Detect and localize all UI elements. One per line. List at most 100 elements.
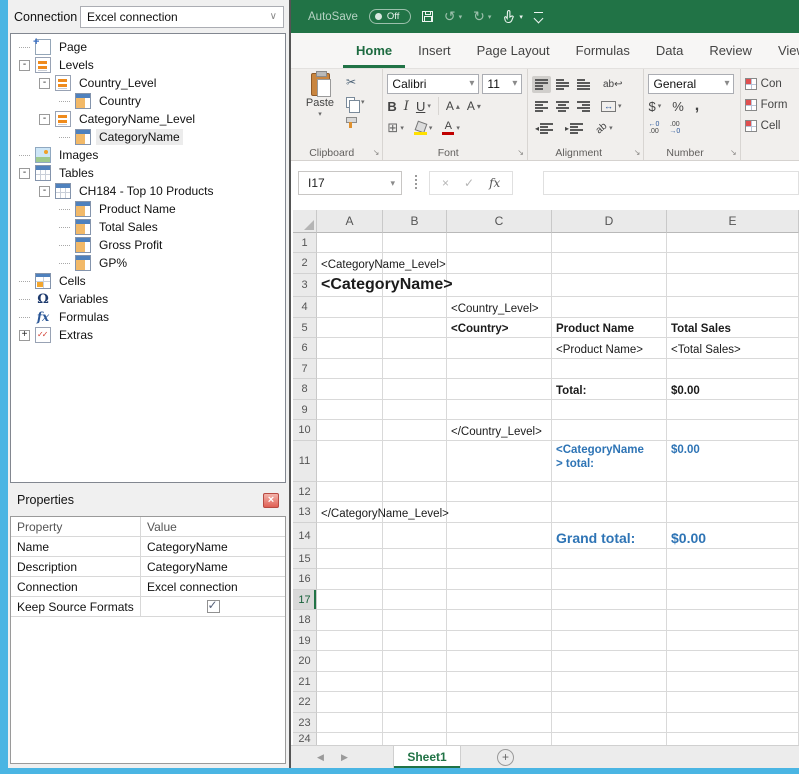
cell-B4[interactable] <box>383 297 447 318</box>
cell-B11[interactable] <box>383 441 447 482</box>
cell-A11[interactable] <box>317 441 383 482</box>
tree-item-tables[interactable]: -Tables <box>11 164 285 182</box>
number-format-select[interactable]: General▾ <box>648 74 734 94</box>
cell-styles-button[interactable]: Cell <box>745 115 795 136</box>
cell-E3[interactable] <box>667 274 799 297</box>
cancel-icon[interactable]: × <box>442 176 449 190</box>
row-header-5[interactable]: 5 <box>293 318 317 338</box>
conditional-formatting-button[interactable]: Con <box>745 73 795 94</box>
cell-B20[interactable] <box>383 651 447 672</box>
row-header-16[interactable]: 16 <box>293 569 317 590</box>
formula-input[interactable] <box>543 171 799 195</box>
cell-A7[interactable] <box>317 359 383 379</box>
cell-D13[interactable] <box>552 502 667 523</box>
tab-insert[interactable]: Insert <box>405 33 464 68</box>
cell-C21[interactable] <box>447 672 552 692</box>
grow-font-button[interactable]: A▴ <box>446 101 460 111</box>
row-header-8[interactable]: 8 <box>293 379 317 400</box>
cell-D18[interactable] <box>552 610 667 631</box>
collapse-icon[interactable]: - <box>39 114 50 125</box>
format-painter-button[interactable] <box>346 114 365 130</box>
cell-A13[interactable]: </CategoryName_Level> <box>317 502 383 523</box>
cell-A20[interactable] <box>317 651 383 672</box>
font-color-button[interactable]: A▾ <box>442 121 460 135</box>
align-right-button[interactable] <box>574 98 593 115</box>
tree-item-categoryname-level[interactable]: -CategoryName_Level <box>11 110 285 128</box>
cell-C4[interactable]: <Country_Level> <box>447 297 552 318</box>
align-center-button[interactable] <box>553 98 572 115</box>
cell-A23[interactable] <box>317 713 383 733</box>
cell-E5[interactable]: Total Sales <box>667 318 799 338</box>
enter-icon[interactable]: ✓ <box>464 176 474 190</box>
row-header-12[interactable]: 12 <box>293 482 317 502</box>
cell-B23[interactable] <box>383 713 447 733</box>
cell-D16[interactable] <box>552 569 667 590</box>
cell-B24[interactable] <box>383 733 447 745</box>
cell-E17[interactable] <box>667 590 799 610</box>
paste-button[interactable]: Paste ▾ <box>299 73 341 144</box>
cell-E14[interactable]: $0.00 <box>667 523 799 549</box>
cell-A14[interactable] <box>317 523 383 549</box>
row-header-9[interactable]: 9 <box>293 400 317 420</box>
select-all-corner[interactable] <box>293 210 317 233</box>
row-header-14[interactable]: 14 <box>293 523 317 549</box>
cell-B15[interactable] <box>383 549 447 569</box>
sheet-nav-left-icon[interactable]: ◀ <box>317 752 327 763</box>
cell-C8[interactable] <box>447 379 552 400</box>
cell-C6[interactable] <box>447 338 552 359</box>
row-header-10[interactable]: 10 <box>293 420 317 441</box>
tab-data[interactable]: Data <box>643 33 696 68</box>
cell-B16[interactable] <box>383 569 447 590</box>
cell-D3[interactable] <box>552 274 667 297</box>
cell-B7[interactable] <box>383 359 447 379</box>
dialog-launcher-icon[interactable]: ↘ <box>730 148 737 157</box>
cell-D22[interactable] <box>552 692 667 713</box>
cell-D11[interactable]: <CategoryName > total: <box>552 441 667 482</box>
tab-formulas[interactable]: Formulas <box>563 33 643 68</box>
align-top-button[interactable] <box>532 76 551 93</box>
cell-E21[interactable] <box>667 672 799 692</box>
collapse-icon[interactable]: - <box>19 168 30 179</box>
cell-B5[interactable] <box>383 318 447 338</box>
decrease-indent-button[interactable]: ◂ <box>532 120 556 137</box>
collapse-icon[interactable]: - <box>19 60 30 71</box>
cut-button[interactable]: ✂ <box>346 74 365 90</box>
cell-D12[interactable] <box>552 482 667 502</box>
cell-A16[interactable] <box>317 569 383 590</box>
cell-E15[interactable] <box>667 549 799 569</box>
cell-E16[interactable] <box>667 569 799 590</box>
expand-icon[interactable]: + <box>19 330 30 341</box>
cell-E19[interactable] <box>667 631 799 651</box>
tree-item-variables[interactable]: ΩVariables <box>11 290 285 308</box>
row-header-17[interactable]: 17 <box>293 590 317 610</box>
merge-center-button[interactable]: ↔▾ <box>601 101 622 112</box>
cell-E22[interactable] <box>667 692 799 713</box>
cell-C17[interactable] <box>447 590 552 610</box>
comma-style-button[interactable]: , <box>695 101 699 111</box>
row-header-23[interactable]: 23 <box>293 713 317 733</box>
cell-C13[interactable] <box>447 502 552 523</box>
cell-D14[interactable]: Grand total: <box>552 523 667 549</box>
touch-mode-button[interactable]: ▾ <box>502 10 523 24</box>
tab-page-layout[interactable]: Page Layout <box>464 33 563 68</box>
cell-C24[interactable] <box>447 733 552 745</box>
tree-item-extras[interactable]: +Extras <box>11 326 285 344</box>
row-header-20[interactable]: 20 <box>293 651 317 672</box>
cell-B18[interactable] <box>383 610 447 631</box>
align-bottom-button[interactable] <box>574 76 593 93</box>
cell-E23[interactable] <box>667 713 799 733</box>
dialog-launcher-icon[interactable]: ↘ <box>373 148 380 157</box>
property-value[interactable]: CategoryName <box>141 537 285 556</box>
row-header-6[interactable]: 6 <box>293 338 317 359</box>
sheet-nav-right-icon[interactable]: ▶ <box>341 752 351 763</box>
cell-C2[interactable] <box>447 253 552 274</box>
cell-C11[interactable] <box>447 441 552 482</box>
accounting-format-button[interactable]: $▾ <box>648 99 661 114</box>
cell-E18[interactable] <box>667 610 799 631</box>
row-header-1[interactable]: 1 <box>293 233 317 253</box>
cell-E11[interactable]: $0.00 <box>667 441 799 482</box>
cell-D8[interactable]: Total: <box>552 379 667 400</box>
cell-B17[interactable] <box>383 590 447 610</box>
insert-function-icon[interactable]: fx <box>489 176 500 190</box>
row-header-24[interactable]: 24 <box>293 733 317 745</box>
